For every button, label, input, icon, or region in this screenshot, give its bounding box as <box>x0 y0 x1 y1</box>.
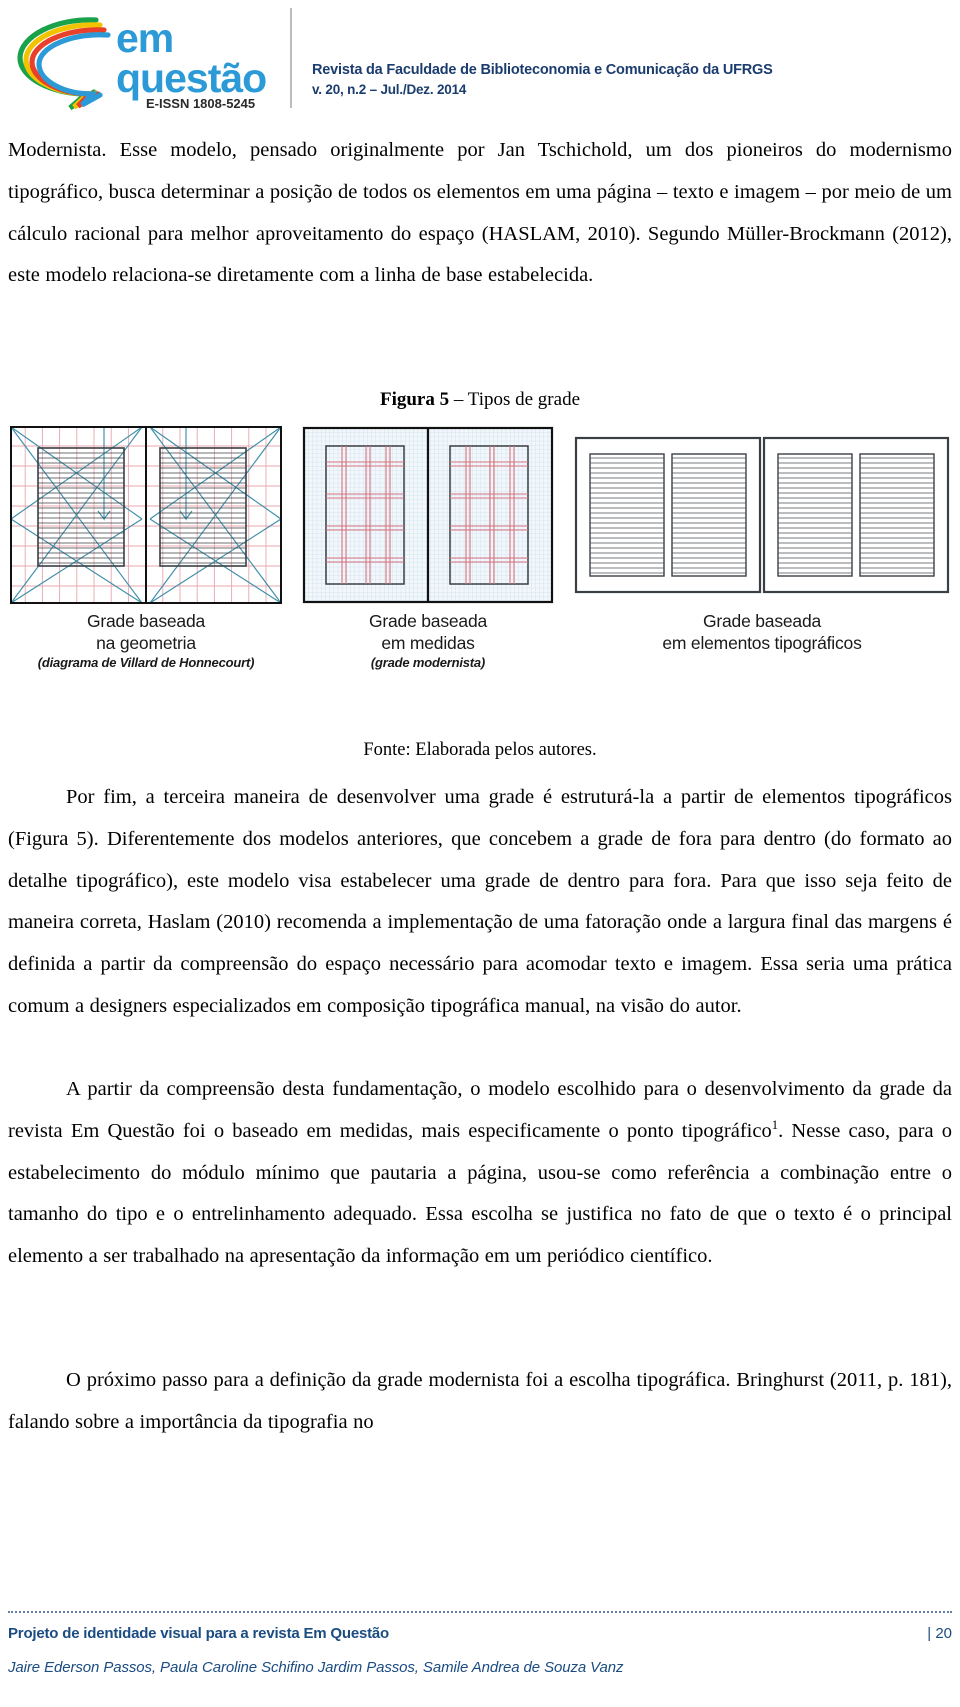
villard-diagram-svg <box>8 424 284 606</box>
panel-measures-subtitle: (grade modernista) <box>370 655 486 670</box>
typographic-grid-svg <box>572 424 952 606</box>
footer-authors: Jaire Ederson Passos, Paula Caroline Sch… <box>8 1659 624 1676</box>
panel-geometry-caption: Grade baseada na geometria (diagrama de … <box>8 610 284 671</box>
modernist-grid-svg <box>302 426 554 604</box>
figure-panel-geometry: Grade baseada na geometria (diagrama de … <box>8 424 284 670</box>
figure-caption-text: – Tipos de grade <box>449 389 581 410</box>
panel-measures-title-2: em medidas <box>381 633 475 653</box>
typographic-grid-diagram <box>572 424 952 606</box>
paragraph-2: Por fim, a terceira maneira de desenvolv… <box>8 786 952 1017</box>
panel-geometry-subtitle: (diagrama de Villard de Honnecourt) <box>37 655 255 670</box>
figure-source: Fonte: Elaborada pelos autores. <box>363 740 597 760</box>
figure-5: Grade baseada na geometria (diagrama de … <box>0 424 960 744</box>
paragraph-3: A partir da compreensão desta fundamenta… <box>8 1069 952 1278</box>
panel-measures-title-1: Grade baseada <box>368 611 488 631</box>
footer-article-title: Projeto de identidade visual para a revi… <box>8 1625 390 1642</box>
figure-caption: Figura 5 – Tipos de grade <box>0 388 960 412</box>
page-footer: Projeto de identidade visual para a revi… <box>0 1597 960 1707</box>
page-body: Modernista. Esse modelo, pensado origina… <box>0 0 960 1707</box>
figure-caption-label: Figura 5 <box>379 389 450 410</box>
paragraph-1: Modernista. Esse modelo, pensado origina… <box>8 139 952 287</box>
panel-typographic-caption: Grade baseada em elementos tipográficos <box>572 610 952 654</box>
villard-diagram <box>8 424 284 606</box>
panel-geometry-title-2: na geometria <box>96 633 196 653</box>
paragraph-4: O próximo passo para a definição da grad… <box>8 1369 952 1433</box>
figure-panel-typographic: Grade baseada em elementos tipográficos <box>572 424 952 653</box>
figure-panel-measures: Grade baseada em medidas (grade modernis… <box>300 424 556 670</box>
panel-geometry-title-1: Grade baseada <box>86 611 206 631</box>
footer-page-number: | 20 <box>927 1625 952 1642</box>
panel-measures-caption: Grade baseada em medidas (grade modernis… <box>300 610 556 671</box>
modernist-grid-diagram <box>300 424 556 606</box>
panel-typographic-title-1: Grade baseada <box>702 611 822 631</box>
panel-typographic-title-2: em elementos tipográficos <box>662 633 862 653</box>
footer-divider <box>8 1611 952 1613</box>
